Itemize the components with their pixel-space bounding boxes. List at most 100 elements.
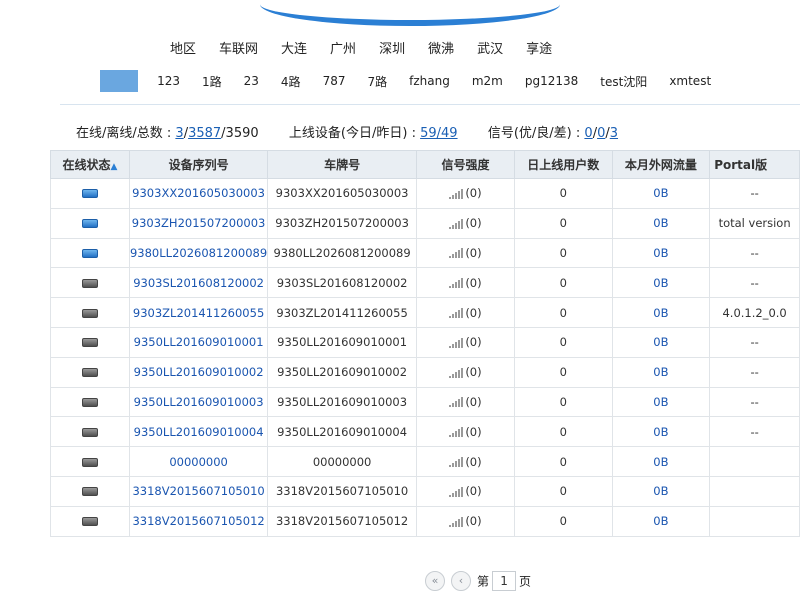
signal-value: (0): [465, 394, 482, 409]
table-row: 9350LL201609010001 9350LL201609010001 (0) 0…: [50, 326, 800, 358]
signal-cell: (0): [416, 386, 515, 418]
signal-value: (0): [465, 305, 482, 320]
signal-cell: (0): [416, 267, 515, 299]
status-cell: [50, 505, 130, 537]
serial-link[interactable]: 9380LL2026081200089: [128, 237, 269, 269]
signal-good-link[interactable]: 0: [584, 126, 592, 141]
table-row: 9350LL201609010002 9350LL201609010002 (0) 0…: [50, 356, 800, 388]
signal-bars-icon: [449, 457, 464, 468]
portal-version-cell: 4.0.1.2_0.0: [709, 297, 800, 328]
portal-version-cell: --: [709, 356, 800, 388]
serial-link[interactable]: 9350LL201609010002: [128, 356, 269, 388]
device-table: 在线状态▲ 设备序列号 车牌号 信号强度 日上线用户数 本月外网流量 Porta…: [50, 150, 800, 537]
traffic-link[interactable]: 0B: [611, 505, 711, 537]
status-cell: [50, 386, 130, 418]
traffic-link[interactable]: 0B: [611, 475, 711, 507]
group-tab[interactable]: 23: [244, 74, 259, 88]
traffic-link[interactable]: 0B: [611, 178, 711, 209]
double-chevron-left-icon[interactable]: «: [425, 571, 445, 591]
signal-cell: (0): [416, 207, 515, 239]
device-online-icon: [81, 189, 98, 199]
plate-cell: 9350LL201609010001: [267, 326, 417, 358]
status-cell: [50, 207, 130, 239]
column-header-signal[interactable]: 信号强度: [416, 150, 515, 179]
table-row: 00000000 00000000 (0) 0 0B: [50, 446, 800, 477]
serial-link[interactable]: 9303SL201608120002: [128, 267, 269, 299]
online-count-link[interactable]: 3: [175, 126, 183, 141]
column-header-plate[interactable]: 车牌号: [267, 150, 417, 179]
group-tab[interactable]: 4路: [281, 73, 301, 90]
region-tab[interactable]: 车联网: [219, 38, 258, 57]
group-tab[interactable]: 7路: [367, 73, 387, 90]
serial-link[interactable]: 9350LL201609010004: [128, 416, 269, 448]
signal-value: (0): [465, 424, 482, 439]
portal-version-cell: --: [709, 326, 800, 358]
table-row: 9303ZH201507200003 9303ZH201507200003 (0) 0…: [50, 207, 800, 239]
serial-link[interactable]: 3318V2015607105012: [128, 505, 269, 537]
table-row: 9350LL201609010003 9350LL201609010003 (0) 0…: [50, 386, 800, 418]
traffic-link[interactable]: 0B: [611, 446, 711, 477]
device-online-icon: [81, 248, 98, 258]
column-header-status[interactable]: 在线状态▲: [50, 150, 130, 179]
region-tab[interactable]: 地区: [170, 38, 196, 57]
column-header-daily-users[interactable]: 日上线用户数: [513, 150, 613, 179]
chevron-left-icon[interactable]: ‹: [451, 571, 471, 591]
status-cell: [50, 446, 130, 477]
region-tab[interactable]: 大连: [281, 38, 307, 57]
serial-link[interactable]: 00000000: [128, 446, 269, 477]
signal-bars-icon: [449, 516, 464, 527]
group-tab[interactable]: test沈阳: [600, 73, 647, 90]
group-filter-row: 123 1路 23 4路 787 7路 fzhang m2m pg12138 test沈阳 xmte…: [0, 70, 733, 92]
plate-cell: 9303ZH201507200003: [267, 207, 417, 239]
signal-value: (0): [465, 454, 482, 469]
signal-bars-icon: [449, 397, 464, 408]
offline-count-link[interactable]: 3587: [188, 126, 221, 141]
signal-value: (0): [465, 365, 482, 380]
portal-version-cell: --: [709, 178, 800, 209]
serial-link[interactable]: 9303XX201605030003: [128, 178, 269, 209]
serial-link[interactable]: 9303ZH201507200003: [128, 207, 269, 239]
group-tab[interactable]: pg12138: [525, 74, 578, 88]
group-tab[interactable]: 1路: [202, 73, 222, 90]
region-tab[interactable]: 微沸: [428, 38, 454, 57]
table-row: 9303XX201605030003 9303XX201605030003 (0) 0…: [50, 178, 800, 209]
column-header-serial[interactable]: 设备序列号: [128, 150, 269, 179]
online-devices-link[interactable]: 59/49: [420, 126, 457, 141]
group-tab[interactable]: 787: [323, 74, 346, 88]
group-tab[interactable]: fzhang: [409, 74, 450, 88]
traffic-link[interactable]: 0B: [611, 237, 711, 269]
serial-link[interactable]: 9350LL201609010003: [128, 386, 269, 418]
device-offline-icon: [81, 338, 98, 348]
group-tab-selected[interactable]: [100, 70, 138, 92]
group-tab[interactable]: xmtest: [669, 74, 711, 88]
traffic-link[interactable]: 0B: [611, 416, 711, 448]
serial-link[interactable]: 9350LL201609010001: [128, 326, 269, 358]
traffic-link[interactable]: 0B: [611, 297, 711, 328]
serial-link[interactable]: 3318V2015607105010: [128, 475, 269, 507]
group-tab[interactable]: m2m: [472, 74, 503, 88]
signal-value: (0): [465, 335, 482, 350]
traffic-link[interactable]: 0B: [611, 267, 711, 299]
traffic-link[interactable]: 0B: [611, 326, 711, 358]
region-tab[interactable]: 武汉: [477, 38, 503, 57]
page-number-input[interactable]: 1: [492, 571, 517, 591]
region-tab[interactable]: 享途: [526, 38, 552, 57]
daily-users-cell: 0: [513, 326, 613, 358]
signal-cell: (0): [416, 356, 515, 388]
group-tab[interactable]: 123: [157, 74, 180, 88]
sort-icon[interactable]: ▲: [111, 162, 118, 172]
signal-value: (0): [465, 216, 482, 231]
device-offline-icon: [81, 487, 98, 497]
signal-poor-link[interactable]: 3: [610, 126, 618, 141]
column-header-traffic[interactable]: 本月外网流量: [611, 150, 711, 179]
daily-users-cell: 0: [513, 475, 613, 507]
serial-link[interactable]: 9303ZL201411260055: [128, 297, 269, 328]
traffic-link[interactable]: 0B: [611, 356, 711, 388]
table-row: 9350LL201609010004 9350LL201609010004 (0) 0…: [50, 416, 800, 448]
traffic-link[interactable]: 0B: [611, 207, 711, 239]
traffic-link[interactable]: 0B: [611, 386, 711, 418]
column-header-portal[interactable]: Portal版: [709, 150, 800, 179]
summary-stats: 在线/离线/总数 : 3/3587/3590 上线设备(今日/昨日) : 59/…: [76, 122, 618, 141]
region-tab[interactable]: 深圳: [379, 38, 405, 57]
region-tab[interactable]: 广州: [330, 38, 356, 57]
